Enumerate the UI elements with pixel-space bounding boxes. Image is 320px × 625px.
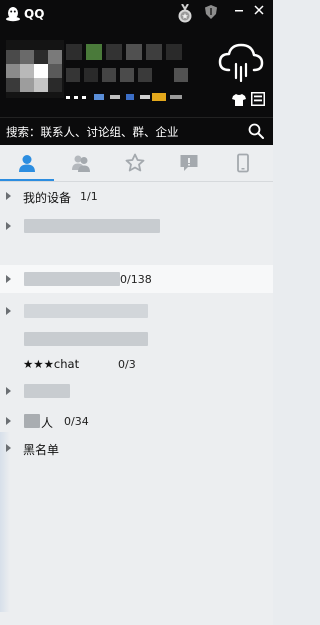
- phone-icon: [237, 153, 249, 173]
- avatar[interactable]: [6, 40, 64, 98]
- shield-icon[interactable]: [205, 5, 217, 19]
- friends-icon: [72, 155, 90, 172]
- group-name-obscured: [24, 219, 160, 233]
- group-chat[interactable]: ★★★chat 0/3: [0, 350, 273, 378]
- tab-contacts[interactable]: [0, 145, 54, 181]
- tab-favorites[interactable]: [108, 145, 162, 181]
- contacts-icon: [19, 155, 35, 172]
- group-name: 我的设备: [23, 191, 72, 205]
- contact-group-list: 我的设备 1/1 0/138 ★★★chat 0/3 人 0/34 黑名单: [0, 182, 273, 625]
- app-title: QQ: [24, 7, 45, 21]
- medal-icon[interactable]: [177, 4, 193, 24]
- collapse-arrow-icon[interactable]: [6, 222, 11, 230]
- search-icon[interactable]: [248, 123, 264, 139]
- star-icon: [125, 153, 145, 172]
- status-strip[interactable]: [66, 92, 184, 102]
- group-obscured-2[interactable]: 0/138: [0, 265, 273, 293]
- collapse-arrow-icon[interactable]: [6, 417, 11, 425]
- search-placeholder: 搜索：联系人、讨论组、群、企业: [6, 125, 179, 139]
- group-name: 人: [41, 416, 54, 430]
- app-box-icon[interactable]: [251, 92, 265, 106]
- group-name-obscured: [24, 304, 148, 318]
- close-icon[interactable]: [252, 3, 266, 17]
- minimize-icon[interactable]: [232, 3, 246, 17]
- qq-penguin-icon: [6, 7, 20, 22]
- title-bar[interactable]: QQ: [0, 0, 273, 28]
- group-name: ★★★chat: [23, 357, 80, 371]
- group-count: 1/1: [80, 190, 98, 203]
- collapse-arrow-icon[interactable]: [6, 307, 11, 315]
- skin-shirt-icon[interactable]: [232, 94, 246, 106]
- collapse-arrow-icon[interactable]: [6, 387, 11, 395]
- group-name-obscured: [24, 414, 40, 428]
- tab-messages[interactable]: [162, 145, 216, 181]
- group-name-obscured: [24, 272, 120, 286]
- weather-cloud-icon[interactable]: [218, 40, 264, 82]
- tab-mobile[interactable]: [216, 145, 270, 181]
- main-tabs: [0, 145, 273, 182]
- collapse-arrow-icon[interactable]: [6, 444, 11, 452]
- group-obscured-5[interactable]: [0, 377, 273, 405]
- group-my-devices[interactable]: 我的设备 1/1: [0, 182, 273, 210]
- group-blacklist[interactable]: 黑名单: [0, 434, 273, 462]
- group-count: 0/138: [120, 273, 152, 286]
- qq-main-window: QQ 搜索：联系人、讨论组、群、企业 我的设备 1/1 0/138 ★★★cha…: [0, 0, 273, 625]
- group-name: 黑名单: [23, 443, 60, 457]
- group-obscured-4[interactable]: [0, 325, 273, 353]
- group-obscured-3[interactable]: [0, 297, 273, 325]
- group-obscured-1[interactable]: [0, 212, 273, 240]
- signature-obscured[interactable]: [66, 68, 206, 82]
- group-count: 0/3: [118, 358, 136, 371]
- group-people[interactable]: 人 0/34: [0, 407, 273, 435]
- group-name-obscured: [24, 332, 148, 346]
- collapse-arrow-icon[interactable]: [6, 275, 11, 283]
- nickname-obscured[interactable]: [66, 44, 206, 60]
- group-count: 0/34: [64, 415, 89, 428]
- search-bar[interactable]: 搜索：联系人、讨论组、群、企业: [0, 117, 273, 145]
- active-tab-indicator: [0, 179, 54, 181]
- group-name-obscured: [24, 384, 70, 398]
- collapse-arrow-icon[interactable]: [6, 192, 11, 200]
- chat-bubble-icon: [180, 155, 198, 171]
- tab-friends[interactable]: [54, 145, 108, 181]
- profile-header: QQ 搜索：联系人、讨论组、群、企业: [0, 0, 273, 145]
